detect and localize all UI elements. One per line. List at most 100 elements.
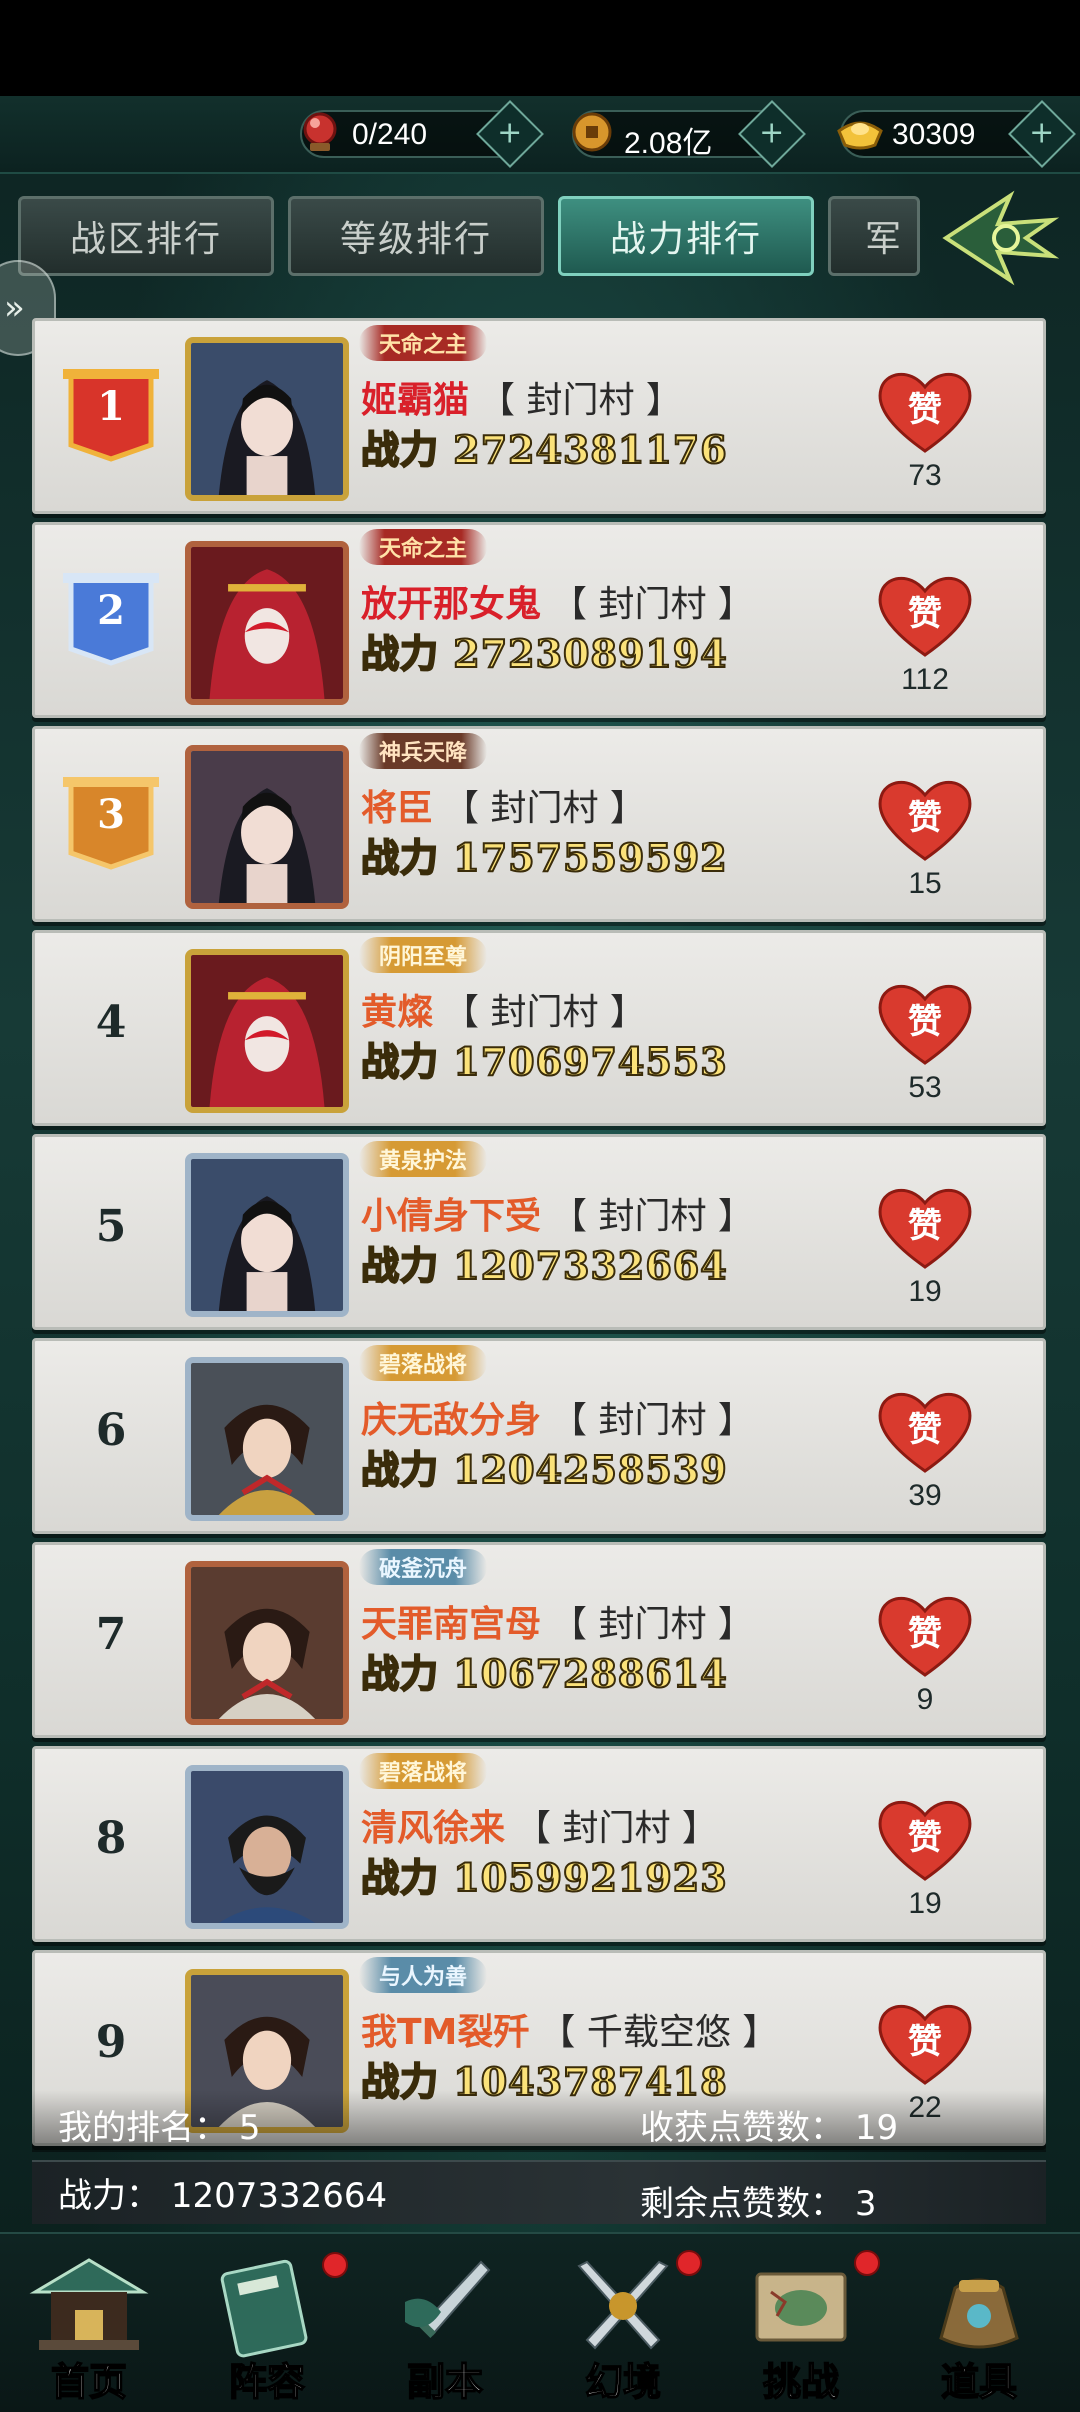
ranking-row[interactable]: 2 天命之主 放开那女鬼【 封门村 】 战力 2723089194 赞 112: [32, 522, 1046, 718]
svg-text:赞: 赞: [908, 1002, 942, 1042]
power-label: 战力: [360, 426, 440, 473]
stamina-value: 0/240: [352, 118, 428, 151]
gold-value: 30309: [892, 118, 976, 151]
svg-text:赞: 赞: [908, 594, 942, 634]
rank-number: 2: [97, 587, 125, 634]
heart-like-icon: 赞: [878, 1392, 972, 1473]
player-name-line: 我TM裂歼【 千载空悠 】: [361, 2003, 778, 2055]
back-arrow-icon: [942, 190, 1060, 286]
heart-like-icon: 赞: [878, 780, 972, 861]
like-button[interactable]: 赞: [875, 1997, 975, 2087]
nav-challenge-label: 挑战: [762, 2358, 840, 2405]
player-name-line: 放开那女鬼【 封门村 】: [361, 575, 754, 627]
add-gold-button[interactable]: +: [1008, 100, 1076, 168]
guild-name: 【 封门村 】: [443, 788, 646, 829]
player-avatar[interactable]: [185, 1765, 349, 1929]
guild-name: 【 封门村 】: [551, 1604, 754, 1645]
add-stamina-button[interactable]: +: [476, 100, 544, 168]
player-avatar[interactable]: [185, 1561, 349, 1725]
player-avatar[interactable]: [185, 541, 349, 705]
svg-text:赞: 赞: [908, 390, 942, 430]
my-ranking-panel: 我的排名： 5 收获点赞数： 19 战力： 1207332664 剩余点赞数： …: [32, 2090, 1046, 2224]
svg-text:赞: 赞: [908, 1206, 942, 1246]
power-line: 战力 1067288614: [360, 1643, 728, 1698]
heart-like-icon: 赞: [878, 576, 972, 657]
ranking-row[interactable]: 5 黄泉护法 小倩身下受【 封门村 】 战力 1207332664 赞 19: [32, 1134, 1046, 1330]
tab-zone-ranking[interactable]: 战区排行: [18, 196, 274, 276]
add-copper-button[interactable]: +: [738, 100, 806, 168]
power-line: 战力 2723089194: [360, 623, 728, 678]
nav-home[interactable]: 首页: [4, 2242, 174, 2412]
svg-text:赞: 赞: [908, 1818, 942, 1858]
like-count: 39: [908, 1479, 942, 1512]
like-button[interactable]: 赞: [875, 977, 975, 1067]
nav-illusion[interactable]: 幻境: [538, 2242, 708, 2412]
plus-icon: +: [497, 115, 523, 151]
my-power-label: 战力：: [58, 2176, 160, 2216]
power-label: 战力: [360, 1854, 440, 1901]
guild-name: 【 封门村 】: [479, 380, 682, 421]
nav-lineup-label: 阵容: [228, 2358, 306, 2405]
ranking-row[interactable]: 7 破釜沉舟 天罪南宫母【 封门村 】 战力 1067288614 赞 9: [32, 1542, 1046, 1738]
player-avatar[interactable]: [185, 949, 349, 1113]
title-badge: 天命之主: [359, 529, 488, 565]
like-button[interactable]: 赞: [875, 1589, 975, 1679]
player-avatar[interactable]: [185, 337, 349, 501]
nav-lineup[interactable]: 阵容: [182, 2242, 352, 2412]
my-rank-label: 我的排名：: [58, 2108, 228, 2148]
player-avatar[interactable]: [185, 1153, 349, 1317]
rank-number: 4: [95, 997, 127, 1048]
power-label: 战力: [360, 630, 440, 677]
ranking-row[interactable]: 4 阴阳至尊 黄燦【 封门村 】 战力 1706974553 赞 53: [32, 930, 1046, 1126]
ranking-row[interactable]: 6 碧落战将 庆无敌分身【 封门村 】 战力 1204258539 赞 39: [32, 1338, 1046, 1534]
heart-like-icon: 赞: [878, 372, 972, 453]
player-name-line: 将臣【 封门村 】: [361, 779, 646, 831]
rank-number: 6: [95, 1405, 127, 1456]
tab-army-ranking[interactable]: 军: [828, 196, 920, 276]
like-count: 19: [908, 1887, 942, 1920]
title-badge: 神兵天降: [359, 733, 488, 769]
power-label: 战力: [360, 1038, 440, 1085]
like-button[interactable]: 赞: [875, 1181, 975, 1271]
title-badge: 碧落战将: [359, 1345, 488, 1381]
like-button[interactable]: 赞: [875, 1385, 975, 1475]
tab-level-ranking[interactable]: 等级排行: [288, 196, 544, 276]
nav-dungeon[interactable]: 副本: [360, 2242, 530, 2412]
back-button[interactable]: [940, 190, 1060, 286]
sword-icon: [405, 2260, 491, 2339]
heart-like-icon: 赞: [878, 2004, 972, 2085]
player-avatar[interactable]: [185, 1357, 349, 1521]
my-power-line: 战力： 1207332664: [58, 2168, 387, 2217]
received-likes-value: 19: [854, 2108, 899, 2148]
power-label: 战力: [360, 1242, 440, 1289]
power-line: 战力 1706974553: [360, 1031, 728, 1086]
copper-value: 2.08亿: [624, 127, 713, 160]
like-button[interactable]: 赞: [875, 1793, 975, 1883]
title-badge: 碧落战将: [359, 1753, 488, 1789]
gold-ingot-icon: [834, 106, 886, 158]
treasure-bag-icon: [939, 2278, 1019, 2349]
player-avatar[interactable]: [185, 745, 349, 909]
ranking-row[interactable]: 8 碧落战将 清风徐来【 封门村 】 战力 1059921923 赞 19: [32, 1746, 1046, 1942]
notification-dot: [854, 2250, 880, 2276]
rank-banner-gold: 1: [63, 367, 159, 463]
ranking-row[interactable]: 3 神兵天降 将臣【 封门村 】 战力 1757559592 赞 15: [32, 726, 1046, 922]
like-button[interactable]: 赞: [875, 569, 975, 659]
like-button[interactable]: 赞: [875, 365, 975, 455]
power-label: 战力: [360, 834, 440, 881]
nav-challenge[interactable]: 挑战: [716, 2242, 886, 2412]
like-count: 15: [908, 867, 942, 900]
double-chevron-right-icon: »: [4, 288, 25, 328]
nav-items[interactable]: 道具: [894, 2242, 1064, 2412]
tab-power-ranking[interactable]: 战力排行: [558, 196, 814, 276]
heart-like-icon: 赞: [878, 1596, 972, 1677]
rank-number: 8: [95, 1813, 127, 1864]
resource-gold: 30309 +: [837, 100, 1076, 168]
resource-copper: 2.08亿 +: [572, 100, 806, 168]
power-value: 1067288614: [452, 1650, 728, 1697]
player-name: 姬霸猫: [361, 380, 470, 421]
rank-number: 7: [95, 1609, 127, 1660]
resource-bar: 0/240 + 2.08亿 + 30309 +: [0, 96, 1080, 174]
ranking-row[interactable]: 1 天命之主 姬霸猫【 封门村 】 战力 2724381176 赞 73: [32, 318, 1046, 514]
like-button[interactable]: 赞: [875, 773, 975, 863]
